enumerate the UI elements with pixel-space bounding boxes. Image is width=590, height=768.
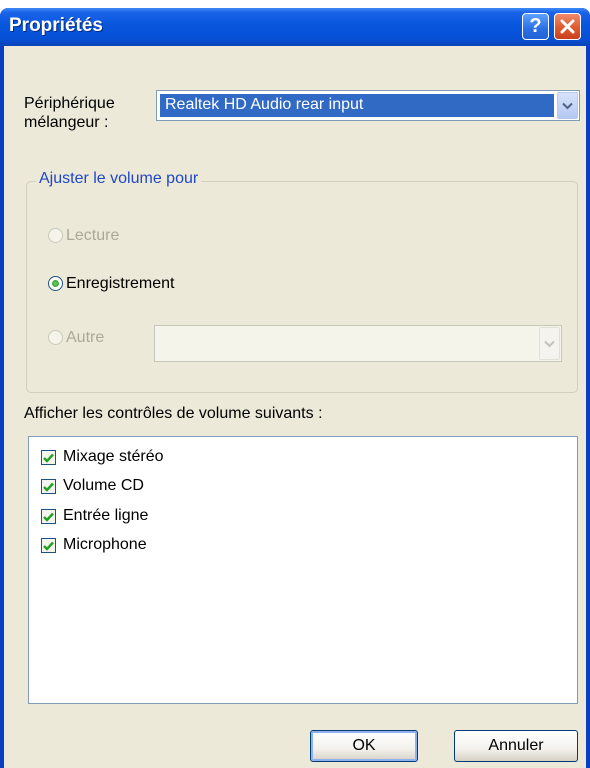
- mixer-device-select[interactable]: Realtek HD Audio rear input: [156, 90, 580, 121]
- window-title: Propriétés: [9, 15, 103, 36]
- dialog-body: Périphérique mélangeur : Realtek HD Audi…: [4, 46, 586, 768]
- close-button[interactable]: [554, 13, 581, 40]
- properties-dialog: Propriétés ? Périphérique mélangeur : Re…: [0, 8, 590, 768]
- checkbox-microphone[interactable]: [41, 538, 56, 553]
- help-button[interactable]: ?: [522, 13, 549, 40]
- checkbox-entree-ligne[interactable]: [41, 509, 56, 524]
- help-question-icon: ?: [529, 15, 542, 37]
- checkbox-mixage-stereo[interactable]: [41, 450, 56, 465]
- radio-lecture-label: Lecture: [66, 227, 120, 244]
- radio-autre[interactable]: [48, 330, 63, 345]
- radio-selected-dot: [52, 280, 59, 287]
- radio-lecture[interactable]: [48, 228, 63, 243]
- close-x-icon: [560, 19, 575, 34]
- checkbox-volume-cd-label: Volume CD: [63, 477, 144, 494]
- checkbox-microphone-label: Microphone: [63, 536, 147, 553]
- autre-dropdown-button[interactable]: [539, 327, 560, 360]
- ok-button[interactable]: OK: [310, 730, 418, 762]
- volume-controls-list[interactable]: Mixage stéréo Volume CD Entrée ligne Mic…: [28, 436, 578, 704]
- radio-enregistrement-label: Enregistrement: [66, 275, 175, 292]
- checkmark-icon: [43, 512, 54, 522]
- radio-autre-label: Autre: [66, 329, 105, 346]
- checkbox-volume-cd[interactable]: [41, 479, 56, 494]
- checkmark-icon: [43, 453, 54, 463]
- mixer-device-label-line1: Périphérique: [24, 95, 115, 112]
- mixer-device-label-line2: mélangeur :: [24, 114, 109, 131]
- mixer-device-dropdown-button[interactable]: [557, 92, 578, 119]
- chevron-down-icon: [544, 340, 555, 347]
- checkmark-icon: [43, 541, 54, 551]
- checkmark-icon: [43, 482, 54, 492]
- chevron-down-icon: [562, 102, 573, 109]
- checkbox-entree-ligne-label: Entrée ligne: [63, 507, 149, 524]
- mixer-device-value: Realtek HD Audio rear input: [160, 94, 554, 117]
- title-bar[interactable]: Propriétés ?: [0, 8, 590, 46]
- checkbox-mixage-stereo-label: Mixage stéréo: [63, 448, 164, 465]
- cancel-button[interactable]: Annuler: [454, 730, 578, 762]
- autre-select[interactable]: [154, 325, 562, 362]
- volume-controls-heading: Afficher les contrôles de volume suivant…: [24, 405, 323, 422]
- radio-enregistrement[interactable]: [48, 276, 63, 291]
- adjust-volume-group-title: Ajuster le volume pour: [36, 170, 202, 188]
